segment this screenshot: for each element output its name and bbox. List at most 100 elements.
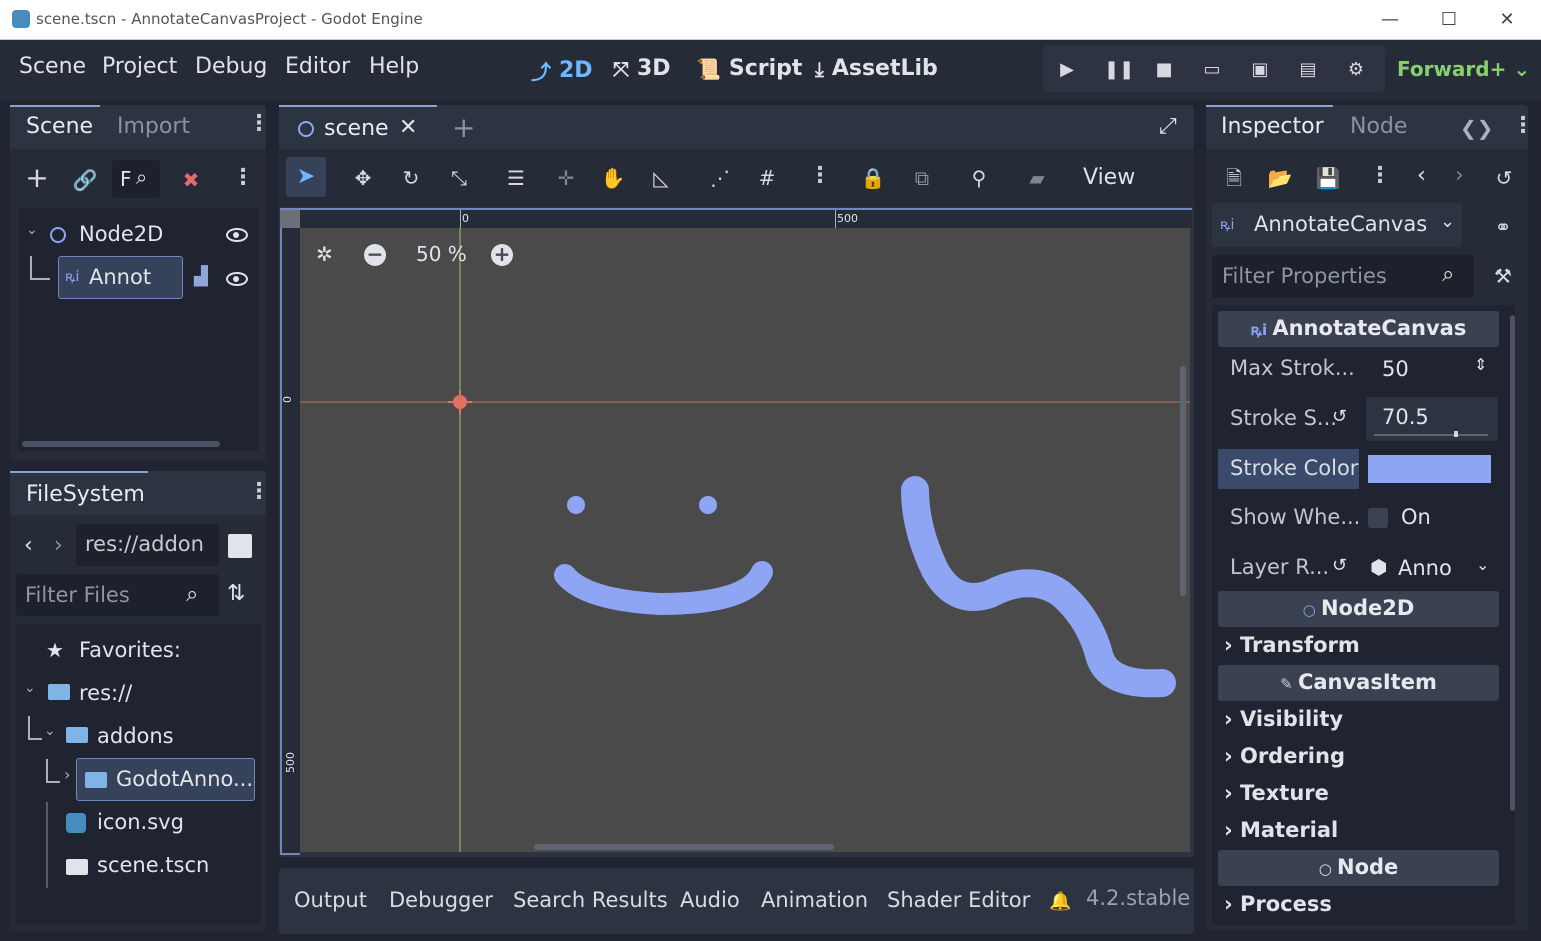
tab-filesystem[interactable]: FileSystem: [26, 482, 145, 507]
history-icon[interactable]: ↺: [1489, 163, 1519, 193]
scene-tree-menu-icon[interactable]: ⋮: [232, 165, 254, 190]
add-node-icon[interactable]: +: [22, 163, 52, 193]
section-ordering[interactable]: › Ordering: [1224, 744, 1345, 768]
history-back-icon[interactable]: ‹: [1417, 163, 1426, 188]
file-item-icon-svg[interactable]: icon.svg: [97, 810, 184, 834]
menu-help[interactable]: Help: [369, 54, 419, 79]
file-item-scene-tscn[interactable]: scene.tscn: [97, 853, 209, 877]
menu-editor[interactable]: Editor: [285, 54, 350, 79]
detach-script-icon[interactable]: ✖: [176, 165, 206, 195]
script-attached-icon[interactable]: ▟: [194, 266, 208, 287]
pan-tool-icon[interactable]: ✋: [598, 163, 628, 193]
tab-animation[interactable]: Animation: [761, 888, 868, 912]
pivot-tool-icon[interactable]: ✛: [551, 163, 581, 193]
workspace-script-button[interactable]: 📜 Script: [696, 56, 802, 81]
play-scene-icon[interactable]: ▣: [1248, 58, 1272, 82]
snap-options-icon[interactable]: ⋮: [809, 163, 831, 188]
camera-override-icon[interactable]: ▰: [1022, 163, 1052, 193]
toggle-split-mode-icon[interactable]: [228, 534, 252, 558]
forward-arrow-icon[interactable]: ›: [54, 533, 63, 558]
revert-icon[interactable]: ↺: [1332, 406, 1347, 427]
new-resource-icon[interactable]: 🗎: [1219, 163, 1249, 193]
collapse-arrow-icon-addons[interactable]: ⌄: [44, 723, 56, 739]
class-header-node[interactable]: ○ Node: [1218, 850, 1499, 886]
stroke-size-slider-grabber[interactable]: [1454, 431, 1459, 437]
renderer-selector[interactable]: Forward+ ⌄: [1397, 57, 1530, 81]
ruler-tool-icon[interactable]: ◺: [646, 163, 676, 193]
tab-shader-editor[interactable]: Shader Editor: [887, 888, 1030, 912]
horizontal-scrollbar[interactable]: [534, 844, 834, 850]
resource-menu-icon[interactable]: ⋮: [1369, 163, 1391, 188]
scale-tool-icon[interactable]: ⤡: [444, 163, 474, 193]
back-arrow-icon[interactable]: ‹: [24, 533, 33, 558]
play-icon[interactable]: ▶: [1055, 58, 1079, 82]
filter-properties-input[interactable]: Filter Properties: [1212, 255, 1474, 298]
inspector-scrollbar[interactable]: [1510, 315, 1515, 811]
move-tool-icon[interactable]: ✥: [348, 163, 378, 193]
dock-left-icon[interactable]: ❮❯: [1460, 116, 1494, 140]
collapse-arrow-icon-res[interactable]: ⌄: [24, 680, 36, 696]
vertical-scrollbar[interactable]: [1180, 366, 1186, 596]
workspace-2d-button[interactable]: ⤴ 2D: [531, 56, 593, 85]
collapse-arrow-icon[interactable]: ⌄: [26, 222, 38, 238]
section-process[interactable]: › Process: [1224, 892, 1332, 916]
menu-debug[interactable]: Debug: [195, 54, 267, 79]
play-custom-scene-icon[interactable]: ▤: [1296, 58, 1320, 82]
expand-arrow-icon[interactable]: ›: [64, 765, 70, 784]
visibility-eye-icon-2[interactable]: [226, 272, 248, 286]
section-transform[interactable]: › Transform: [1224, 633, 1360, 657]
tab-audio[interactable]: Audio: [680, 888, 740, 912]
group-icon[interactable]: ⧉: [907, 163, 937, 193]
object-selector[interactable]: ꝶi AnnotateCanvas ⌄: [1212, 203, 1462, 247]
version-label[interactable]: 4.2.stable: [1086, 886, 1190, 910]
scene-tab[interactable]: scene ✕: [279, 105, 437, 149]
tab-search-results[interactable]: Search Results: [513, 888, 668, 912]
file-item-godotanno[interactable]: GodotAnno...: [76, 758, 255, 801]
visibility-eye-icon[interactable]: [226, 228, 248, 242]
class-header-annotatecanvas[interactable]: ꝶi AnnotateCanvas: [1218, 311, 1499, 347]
tab-import[interactable]: Import: [117, 114, 190, 139]
stroke-size-slider-track[interactable]: [1374, 434, 1488, 436]
section-material[interactable]: › Material: [1224, 818, 1338, 842]
center-view-icon[interactable]: ✲: [316, 242, 333, 266]
rotate-tool-icon[interactable]: ↻: [396, 163, 426, 193]
stroke-color-swatch[interactable]: [1368, 455, 1491, 483]
tab-inspector[interactable]: Inspector: [1221, 114, 1324, 139]
remote-debug-icon[interactable]: ▭: [1200, 58, 1224, 82]
tree-item-annot[interactable]: ꝶi Annot: [58, 256, 183, 299]
save-resource-icon[interactable]: 💾: [1313, 163, 1343, 193]
show-when-checkbox[interactable]: [1368, 508, 1388, 528]
filter-nodes-button[interactable]: F ⌕: [112, 160, 160, 198]
prop-stroke-size-field[interactable]: 70.5: [1366, 397, 1498, 441]
bell-icon[interactable]: 🔔: [1049, 891, 1071, 912]
view-menu[interactable]: View: [1083, 165, 1135, 190]
new-tab-icon[interactable]: +: [452, 111, 475, 144]
revert-icon-layer[interactable]: ↺: [1332, 555, 1347, 576]
section-texture[interactable]: › Texture: [1224, 781, 1329, 805]
list-select-icon[interactable]: ☰: [501, 163, 531, 193]
close-tab-icon[interactable]: ✕: [399, 115, 417, 140]
tab-debugger[interactable]: Debugger: [389, 888, 493, 912]
select-tool-icon[interactable]: ➤: [286, 157, 326, 197]
zoom-level[interactable]: 50 %: [416, 242, 467, 266]
load-resource-icon[interactable]: 📂: [1265, 163, 1295, 193]
file-item-addons[interactable]: addons: [97, 724, 174, 748]
class-header-node2d[interactable]: ○ Node2D: [1218, 591, 1499, 627]
scene-tree-scrollbar[interactable]: [22, 441, 220, 447]
canvas-viewport[interactable]: ✲ − 50 % +: [300, 228, 1190, 852]
tab-node[interactable]: Node: [1350, 114, 1407, 139]
smart-snap-icon[interactable]: ⋰: [705, 163, 735, 193]
scene-dock-menu-icon[interactable]: ⋮: [248, 111, 270, 136]
zoom-out-icon[interactable]: −: [364, 244, 386, 266]
distraction-free-icon[interactable]: ⤢: [1159, 114, 1177, 139]
path-field[interactable]: res://addon: [76, 524, 219, 566]
tab-output[interactable]: Output: [294, 888, 367, 912]
file-item-res[interactable]: res://: [79, 681, 132, 705]
tree-item-node2d[interactable]: Node2D: [79, 222, 163, 246]
prop-max-stroke-field[interactable]: 50 ⇕: [1366, 349, 1498, 391]
bone-icon[interactable]: ⚲: [964, 163, 994, 193]
menu-scene[interactable]: Scene: [19, 54, 86, 79]
favorites-label[interactable]: Favorites:: [79, 638, 181, 662]
lock-icon[interactable]: 🔒: [858, 163, 888, 193]
class-header-canvasitem[interactable]: ✎ CanvasItem: [1218, 665, 1499, 701]
